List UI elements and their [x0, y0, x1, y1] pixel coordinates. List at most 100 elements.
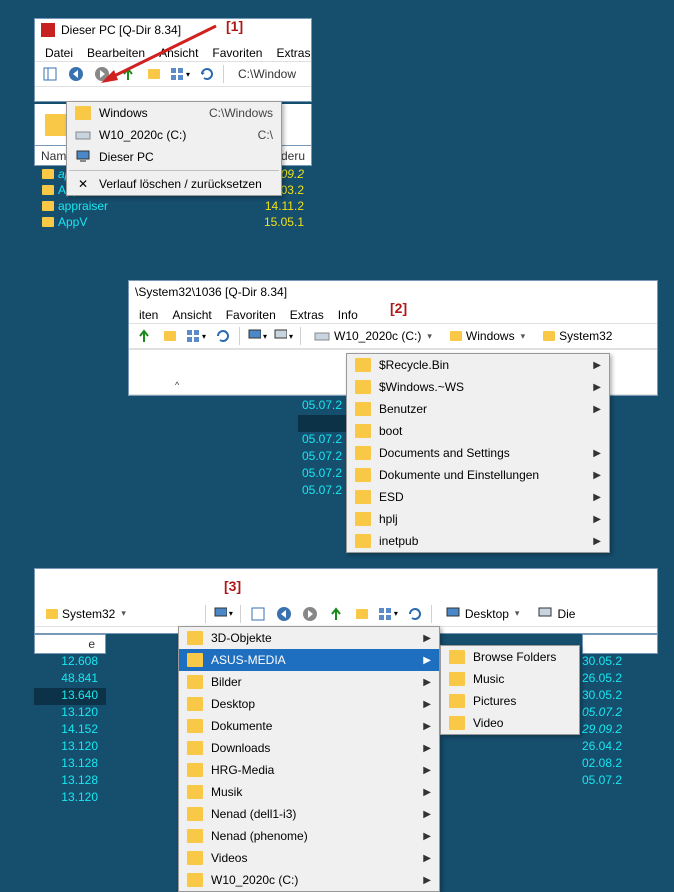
folder-item[interactable]: Desktop▶ [179, 693, 439, 715]
col-name[interactable]: Nam [41, 149, 66, 163]
forward-button[interactable] [91, 63, 113, 85]
layout-button[interactable]: ▾ [377, 603, 399, 625]
address-bar-1[interactable]: C:\Window [230, 67, 307, 81]
folder-item[interactable]: Downloads▶ [179, 737, 439, 759]
folder-item[interactable]: boot [347, 420, 609, 442]
folder-item[interactable]: inetpub▶ [347, 530, 609, 552]
submenu-item[interactable]: Video [441, 712, 579, 734]
back-button[interactable] [273, 603, 295, 625]
col-header-left-3[interactable]: e [34, 634, 106, 654]
window-title-2: \System32\1036 [Q-Dir 8.34] [135, 285, 287, 299]
submenu-item[interactable]: Pictures [441, 690, 579, 712]
folder-icon [355, 468, 371, 482]
menu-item[interactable]: iten [139, 308, 158, 322]
submenu-item[interactable]: Music [441, 668, 579, 690]
date-value: 02.08.2 [582, 756, 642, 773]
layout-button[interactable]: ▾ [185, 325, 207, 347]
date-value: 30.05.2 [582, 654, 642, 671]
menubar-1[interactable]: Datei Bearbeiten Ansicht Favoriten Extra… [35, 41, 311, 61]
folder-item[interactable]: Documents and Settings▶ [347, 442, 609, 464]
refresh-button[interactable] [195, 63, 217, 85]
folder-item[interactable]: Nenad (phenome)▶ [179, 825, 439, 847]
explorer-button[interactable] [351, 603, 373, 625]
view-button[interactable] [39, 63, 61, 85]
folder-icon [187, 851, 203, 865]
size-value: 13.120 [34, 739, 106, 756]
folder-icon [187, 719, 203, 733]
folder-icon [187, 763, 203, 777]
explorer-button[interactable] [143, 63, 165, 85]
history-dropdown[interactable]: WindowsC:\Windows W10_2020c (C:)C:\ Dies… [66, 101, 282, 196]
breadcrumb-die[interactable]: Die [530, 603, 582, 625]
pc-button-2[interactable]: ▾ [272, 325, 294, 347]
size-value: 13.120 [34, 790, 106, 807]
folder-icon [187, 873, 203, 887]
refresh-button[interactable] [403, 603, 425, 625]
view-button[interactable] [247, 603, 269, 625]
folder-item[interactable]: Dokumente und Einstellungen▶ [347, 464, 609, 486]
breadcrumb-system32-left[interactable]: System32▾ [39, 603, 133, 625]
menu-item[interactable]: Favoriten [226, 308, 276, 322]
folder-dropdown-2[interactable]: $Recycle.Bin▶$Windows.~WS▶Benutzer▶bootD… [346, 353, 610, 553]
back-button[interactable] [65, 63, 87, 85]
date-value: 30.05.2 [582, 688, 642, 705]
clear-icon: ✕ [75, 177, 91, 191]
folder-item[interactable]: ESD▶ [347, 486, 609, 508]
menu-favoriten[interactable]: Favoriten [212, 46, 262, 60]
toolbar-1: ▾ C:\Window [35, 61, 311, 87]
pc-button[interactable]: ▾ [212, 603, 234, 625]
asus-submenu[interactable]: Browse FoldersMusicPicturesVideo [440, 645, 580, 735]
folder-item[interactable]: $Windows.~WS▶ [347, 376, 609, 398]
up-button[interactable] [117, 63, 139, 85]
file-row[interactable]: appraiser14.11.2 [34, 198, 312, 214]
breadcrumb-system32[interactable]: System32 [536, 325, 619, 347]
folder-icon [355, 512, 371, 526]
forward-button[interactable] [299, 603, 321, 625]
folder-icon [355, 402, 371, 416]
annotation-3: [3] [224, 578, 241, 594]
breadcrumb-drive[interactable]: W10_2020c (C:)▾ [307, 325, 439, 347]
col-header-right-3[interactable] [582, 634, 658, 654]
folder-item[interactable]: ASUS-MEDIA▶ [179, 649, 439, 671]
history-clear[interactable]: ✕Verlauf löschen / zurücksetzen [67, 173, 281, 195]
menu-item[interactable]: Ansicht [172, 308, 211, 322]
folder-icon [355, 534, 371, 548]
folder-icon [187, 631, 203, 645]
folder-icon [187, 829, 203, 843]
folder-item[interactable]: W10_2020c (C:)▶ [179, 869, 439, 891]
pc-button[interactable]: ▾ [246, 325, 268, 347]
folder-item[interactable]: $Recycle.Bin▶ [347, 354, 609, 376]
folder-icon [355, 424, 371, 438]
breadcrumb-windows[interactable]: Windows▾ [443, 325, 532, 347]
breadcrumb-desktop[interactable]: Desktop▾ [438, 603, 527, 625]
refresh-button[interactable] [211, 325, 233, 347]
folder-item[interactable]: HRG-Media▶ [179, 759, 439, 781]
folder-icon [449, 650, 465, 664]
up-button[interactable] [133, 325, 155, 347]
folder-item[interactable]: 3D-Objekte▶ [179, 627, 439, 649]
history-item[interactable]: W10_2020c (C:)C:\ [67, 124, 281, 146]
up-button[interactable] [325, 603, 347, 625]
app-icon [41, 23, 55, 37]
history-item[interactable]: WindowsC:\Windows [67, 102, 281, 124]
layout-button[interactable]: ▾ [169, 63, 191, 85]
explorer-button[interactable] [159, 325, 181, 347]
menu-ansicht[interactable]: Ansicht [159, 46, 198, 60]
folder-item[interactable]: Nenad (dell1-i3)▶ [179, 803, 439, 825]
submenu-item[interactable]: Browse Folders [441, 646, 579, 668]
menu-extras[interactable]: Extras [276, 46, 310, 60]
folder-item[interactable]: Musik▶ [179, 781, 439, 803]
desktop-dropdown[interactable]: 3D-Objekte▶ASUS-MEDIA▶Bilder▶Desktop▶Dok… [178, 626, 440, 892]
folder-item[interactable]: Dokumente▶ [179, 715, 439, 737]
folder-item[interactable]: Videos▶ [179, 847, 439, 869]
folder-item[interactable]: Benutzer▶ [347, 398, 609, 420]
folder-item[interactable]: Bilder▶ [179, 671, 439, 693]
history-item[interactable]: Dieser PC [67, 146, 281, 168]
pc-icon [75, 150, 91, 164]
menu-item[interactable]: Info [338, 308, 358, 322]
folder-item[interactable]: hplj▶ [347, 508, 609, 530]
file-row[interactable]: AppV15.05.1 [34, 214, 312, 230]
menu-bearbeiten[interactable]: Bearbeiten [87, 46, 145, 60]
menu-item[interactable]: Extras [290, 308, 324, 322]
menu-datei[interactable]: Datei [45, 46, 73, 60]
